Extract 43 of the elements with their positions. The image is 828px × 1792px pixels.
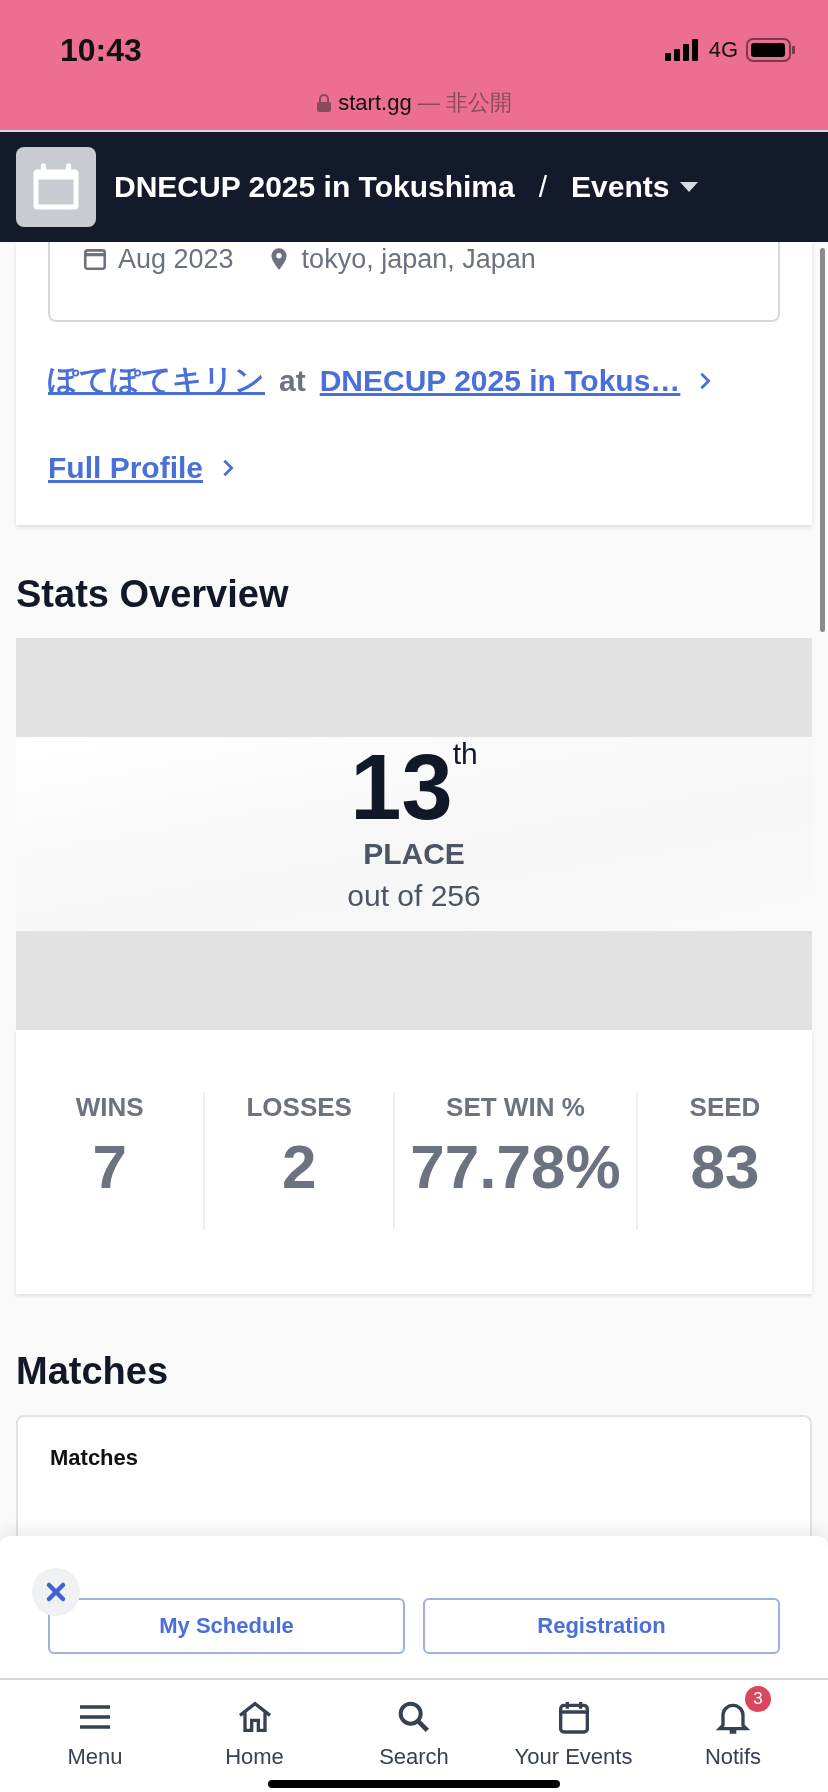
tab-bar-item[interactable]: Menu	[20, 1682, 170, 1792]
sheet-button[interactable]: My Schedule	[48, 1598, 405, 1654]
privacy-note: — 非公開	[417, 89, 512, 117]
status-time: 10:43	[60, 31, 142, 69]
caret-icon	[679, 181, 700, 193]
tab-bar-item[interactable]: Your Events	[498, 1682, 649, 1792]
stat-label: LOSSES	[246, 1092, 352, 1123]
stat-label: SEED	[689, 1092, 761, 1123]
event-date: Aug 2023	[118, 243, 234, 275]
full-profile-link[interactable]: Full Profile	[48, 451, 203, 485]
joiner-text: at	[279, 363, 306, 398]
stat-value: 2	[281, 1131, 317, 1202]
stat-value: 77.78%	[410, 1131, 621, 1202]
stat-label: SET WIN %	[446, 1092, 585, 1123]
card-title: Matches	[50, 1445, 139, 1470]
section-heading: Stats Overview	[16, 573, 290, 616]
tab-bar-item[interactable]: Search	[339, 1682, 489, 1792]
placement-number: 13	[350, 737, 453, 837]
address-domain: start.gg	[338, 90, 412, 116]
tab-bar-item[interactable]: 3 Notifs	[658, 1682, 808, 1792]
tab-bar-item[interactable]: Home	[179, 1682, 330, 1792]
tournament-title: DNECUP 2025 in Tokushima	[114, 170, 515, 204]
entrant-total: out of 256	[347, 879, 481, 913]
breadcrumb-separator: /	[538, 170, 548, 204]
notification-badge: 3	[745, 1686, 771, 1712]
placement-suffix: th	[452, 737, 478, 770]
battery-icon	[746, 37, 796, 63]
event-link[interactable]: DNECUP 2025 in Tokus…	[319, 363, 681, 398]
player-link[interactable]: ぽてぽてキリン	[48, 360, 265, 401]
lock-icon	[316, 93, 333, 113]
stat-value: 7	[92, 1131, 127, 1202]
close-icon	[45, 1581, 67, 1603]
signal-icon	[664, 38, 701, 62]
place-label: PLACE	[363, 837, 465, 871]
calendar-icon	[82, 246, 108, 272]
events-dropdown[interactable]: Events	[571, 170, 700, 204]
sheet-button[interactable]: Registration	[423, 1598, 780, 1654]
network-label: 4G	[708, 37, 738, 63]
stat-label: WINS	[75, 1092, 144, 1123]
event-location: tokyo, japan, Japan	[301, 243, 536, 275]
stat-value: 83	[690, 1131, 760, 1202]
section-heading: Matches	[16, 1350, 170, 1393]
close-button[interactable]	[32, 1568, 80, 1616]
